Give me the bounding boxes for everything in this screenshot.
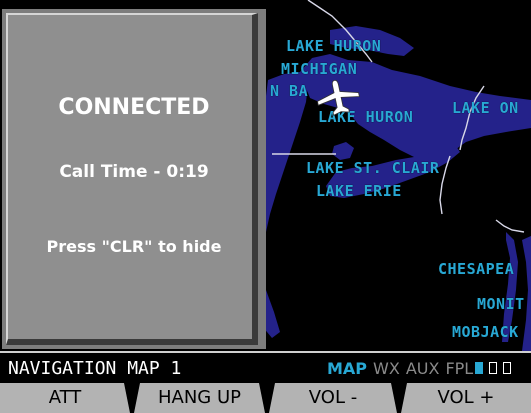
vol-up-softkey-label: VOL + [437,387,495,408]
aircraft-icon [317,79,360,116]
map-label-lake-st-clair: LAKE ST. CLAIR [306,159,440,177]
page-title: NAVIGATION MAP 1 [8,358,182,379]
call-time-text: Call Time - 0:19 [59,162,209,182]
page-dot-icon [489,362,497,374]
softkey-bar: ATT HANG UP VOL - VOL + [0,383,531,413]
map-label-bay: N BA [270,82,309,100]
page-group-map: MAP [327,359,368,378]
map-label-mobjack: MOBJACK [452,323,519,341]
page-dot-icon [503,362,511,374]
map-label-michigan: MICHIGAN [281,60,358,78]
map-label-monitor: MONIT [477,295,525,313]
map-label-lake-huron: LAKE HURON [286,37,382,55]
hide-hint-text: Press "CLR" to hide [46,237,222,256]
map-label-lake-erie: LAKE ERIE [316,182,402,200]
page-status-bar: NAVIGATION MAP 1 MAP WX AUX FPL [0,351,531,383]
att-softkey-label: ATT [48,387,82,408]
page-group-indicator: MAP WX AUX FPL [327,358,479,380]
map-label-chesapeake: CHESAPEA [438,260,515,278]
vol-down-softkey-label: VOL - [308,387,358,408]
hang-up-softkey-label: HANG UP [157,387,241,408]
page-dot-icon [475,362,483,374]
popup-title: CONNECTED [58,95,210,120]
page-group-fpl: FPL [445,359,474,378]
call-status-popup: CONNECTED Call Time - 0:19 Press "CLR" t… [2,9,266,349]
page-group-aux: AUX [405,359,440,378]
mfd-screen: LAKE HURON MICHIGAN N BA LAKE HURON LAKE… [0,0,531,413]
popup-panel: CONNECTED Call Time - 0:19 Press "CLR" t… [6,13,258,345]
map-label-lake-ontario: LAKE ON [452,99,519,117]
page-group-wx: WX [373,359,400,378]
